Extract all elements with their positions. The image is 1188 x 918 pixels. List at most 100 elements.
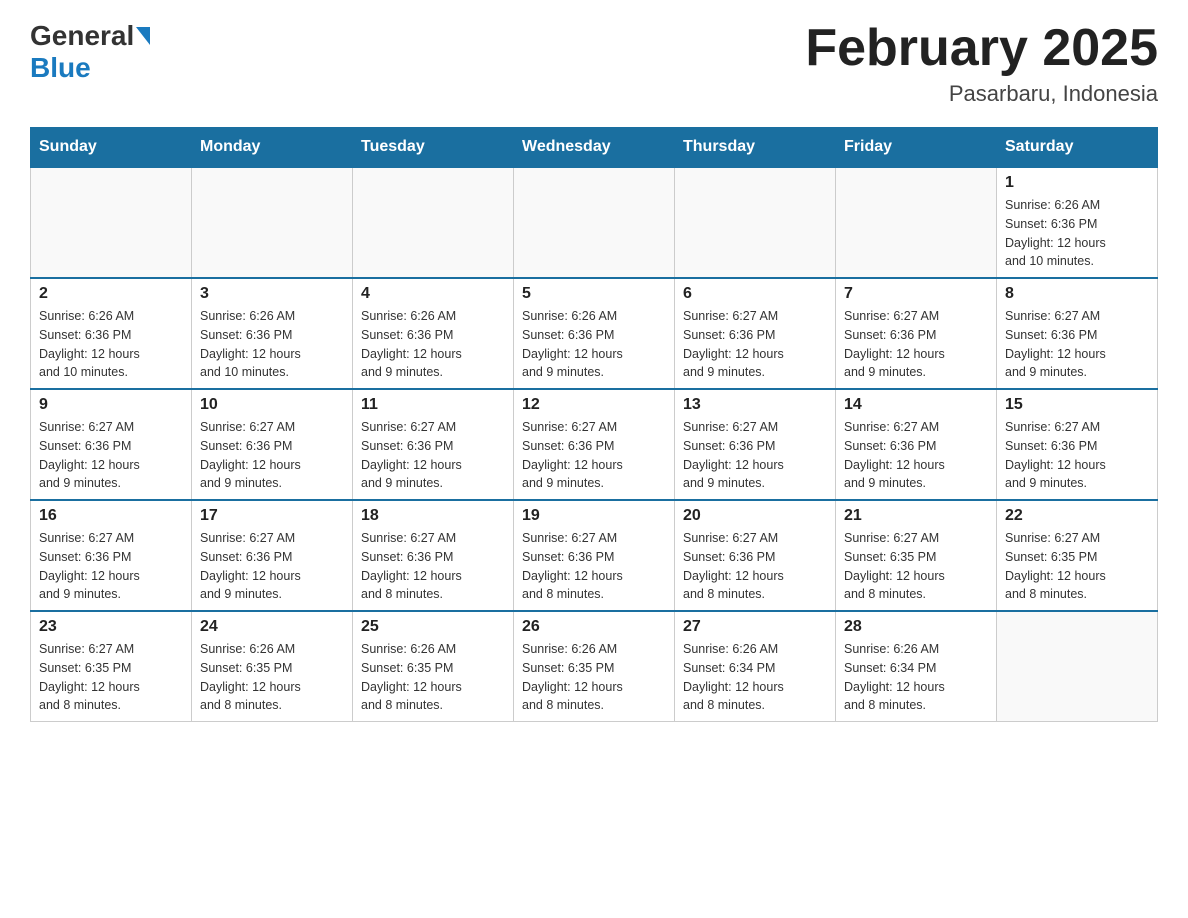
calendar-week-row: 2 Sunrise: 6:26 AMSunset: 6:36 PMDaylight… [31,278,1158,389]
day-info: Sunrise: 6:27 AMSunset: 6:36 PMDaylight:… [522,418,666,493]
day-of-week-header: Thursday [675,128,836,168]
day-number: 12 [522,396,666,414]
calendar-cell [997,611,1158,722]
day-number: 8 [1005,285,1149,303]
day-number: 26 [522,618,666,636]
day-info: Sunrise: 6:27 AMSunset: 6:35 PMDaylight:… [39,640,183,715]
calendar-cell: 28 Sunrise: 6:26 AMSunset: 6:34 PMDayligh… [836,611,997,722]
calendar-cell: 11 Sunrise: 6:27 AMSunset: 6:36 PMDayligh… [353,389,514,500]
calendar-cell: 12 Sunrise: 6:27 AMSunset: 6:36 PMDayligh… [514,389,675,500]
calendar-cell: 25 Sunrise: 6:26 AMSunset: 6:35 PMDayligh… [353,611,514,722]
day-number: 10 [200,396,344,414]
calendar-cell: 1 Sunrise: 6:26 AMSunset: 6:36 PMDaylight… [997,167,1158,278]
day-info: Sunrise: 6:26 AMSunset: 6:35 PMDaylight:… [522,640,666,715]
day-number: 13 [683,396,827,414]
day-number: 2 [39,285,183,303]
calendar-cell [514,167,675,278]
day-number: 14 [844,396,988,414]
calendar-cell: 18 Sunrise: 6:27 AMSunset: 6:36 PMDayligh… [353,500,514,611]
calendar-week-row: 23 Sunrise: 6:27 AMSunset: 6:35 PMDayligh… [31,611,1158,722]
calendar-week-row: 9 Sunrise: 6:27 AMSunset: 6:36 PMDaylight… [31,389,1158,500]
calendar-week-row: 1 Sunrise: 6:26 AMSunset: 6:36 PMDaylight… [31,167,1158,278]
day-of-week-header: Wednesday [514,128,675,168]
calendar-week-row: 16Sunrise: 6:27 AMSunset: 6:36 PMDayligh… [31,500,1158,611]
day-info: Sunrise: 6:27 AMSunset: 6:36 PMDaylight:… [361,529,505,604]
logo-arrow-icon [136,27,150,45]
day-number: 15 [1005,396,1149,414]
day-info: Sunrise: 6:27 AMSunset: 6:36 PMDaylight:… [39,529,183,604]
calendar-header-row: SundayMondayTuesdayWednesdayThursdayFrid… [31,128,1158,168]
page-header: General Blue February 2025 Pasarbaru, In… [30,20,1158,107]
day-number: 28 [844,618,988,636]
day-number: 23 [39,618,183,636]
day-info: Sunrise: 6:27 AMSunset: 6:36 PMDaylight:… [1005,418,1149,493]
day-info: Sunrise: 6:27 AMSunset: 6:36 PMDaylight:… [683,529,827,604]
calendar-cell [675,167,836,278]
day-number: 22 [1005,507,1149,525]
day-info: Sunrise: 6:26 AMSunset: 6:34 PMDaylight:… [683,640,827,715]
calendar-cell: 7 Sunrise: 6:27 AMSunset: 6:36 PMDaylight… [836,278,997,389]
calendar-cell: 22 Sunrise: 6:27 AMSunset: 6:35 PMDayligh… [997,500,1158,611]
day-info: Sunrise: 6:27 AMSunset: 6:36 PMDaylight:… [683,307,827,382]
calendar-cell: 3 Sunrise: 6:26 AMSunset: 6:36 PMDaylight… [192,278,353,389]
day-number: 6 [683,285,827,303]
calendar-cell [353,167,514,278]
day-info: Sunrise: 6:27 AMSunset: 6:36 PMDaylight:… [200,418,344,493]
calendar-cell: 15 Sunrise: 6:27 AMSunset: 6:36 PMDayligh… [997,389,1158,500]
day-of-week-header: Tuesday [353,128,514,168]
day-number: 9 [39,396,183,414]
logo-general-text: General [30,20,134,52]
day-number: 25 [361,618,505,636]
day-info: Sunrise: 6:26 AMSunset: 6:35 PMDaylight:… [361,640,505,715]
calendar-table: SundayMondayTuesdayWednesdayThursdayFrid… [30,127,1158,722]
calendar-cell: 27Sunrise: 6:26 AMSunset: 6:34 PMDayligh… [675,611,836,722]
day-number: 7 [844,285,988,303]
calendar-cell: 19 Sunrise: 6:27 AMSunset: 6:36 PMDayligh… [514,500,675,611]
day-of-week-header: Saturday [997,128,1158,168]
day-number: 18 [361,507,505,525]
day-of-week-header: Monday [192,128,353,168]
day-number: 19 [522,507,666,525]
day-number: 21 [844,507,988,525]
day-info: Sunrise: 6:27 AMSunset: 6:36 PMDaylight:… [361,418,505,493]
day-info: Sunrise: 6:26 AMSunset: 6:35 PMDaylight:… [200,640,344,715]
calendar-cell: 4 Sunrise: 6:26 AMSunset: 6:36 PMDaylight… [353,278,514,389]
logo: General Blue [30,20,152,84]
day-info: Sunrise: 6:27 AMSunset: 6:36 PMDaylight:… [200,529,344,604]
day-info: Sunrise: 6:26 AMSunset: 6:36 PMDaylight:… [200,307,344,382]
calendar-cell: 8 Sunrise: 6:27 AMSunset: 6:36 PMDaylight… [997,278,1158,389]
day-number: 5 [522,285,666,303]
day-info: Sunrise: 6:26 AMSunset: 6:36 PMDaylight:… [361,307,505,382]
day-number: 4 [361,285,505,303]
calendar-cell [192,167,353,278]
day-number: 20 [683,507,827,525]
logo-blue-text: Blue [30,52,91,84]
day-info: Sunrise: 6:27 AMSunset: 6:36 PMDaylight:… [844,307,988,382]
calendar-cell: 9Sunrise: 6:27 AMSunset: 6:36 PMDaylight… [31,389,192,500]
day-info: Sunrise: 6:26 AMSunset: 6:36 PMDaylight:… [1005,196,1149,271]
calendar-cell [31,167,192,278]
day-number: 3 [200,285,344,303]
calendar-cell: 6 Sunrise: 6:27 AMSunset: 6:36 PMDaylight… [675,278,836,389]
calendar-cell: 23 Sunrise: 6:27 AMSunset: 6:35 PMDayligh… [31,611,192,722]
day-info: Sunrise: 6:27 AMSunset: 6:36 PMDaylight:… [522,529,666,604]
day-info: Sunrise: 6:27 AMSunset: 6:36 PMDaylight:… [1005,307,1149,382]
day-info: Sunrise: 6:26 AMSunset: 6:36 PMDaylight:… [522,307,666,382]
day-number: 1 [1005,174,1149,192]
calendar-cell: 24 Sunrise: 6:26 AMSunset: 6:35 PMDayligh… [192,611,353,722]
calendar-cell: 14 Sunrise: 6:27 AMSunset: 6:36 PMDayligh… [836,389,997,500]
day-info: Sunrise: 6:27 AMSunset: 6:36 PMDaylight:… [844,418,988,493]
day-number: 11 [361,396,505,414]
day-number: 24 [200,618,344,636]
day-info: Sunrise: 6:27 AMSunset: 6:36 PMDaylight:… [683,418,827,493]
calendar-cell: 2Sunrise: 6:26 AMSunset: 6:36 PMDaylight… [31,278,192,389]
calendar-cell: 13 Sunrise: 6:27 AMSunset: 6:36 PMDayligh… [675,389,836,500]
day-info: Sunrise: 6:26 AMSunset: 6:34 PMDaylight:… [844,640,988,715]
title-section: February 2025 Pasarbaru, Indonesia [805,20,1158,107]
day-info: Sunrise: 6:27 AMSunset: 6:35 PMDaylight:… [1005,529,1149,604]
day-of-week-header: Friday [836,128,997,168]
day-of-week-header: Sunday [31,128,192,168]
calendar-cell [836,167,997,278]
location-title: Pasarbaru, Indonesia [805,81,1158,107]
calendar-cell: 17Sunrise: 6:27 AMSunset: 6:36 PMDayligh… [192,500,353,611]
